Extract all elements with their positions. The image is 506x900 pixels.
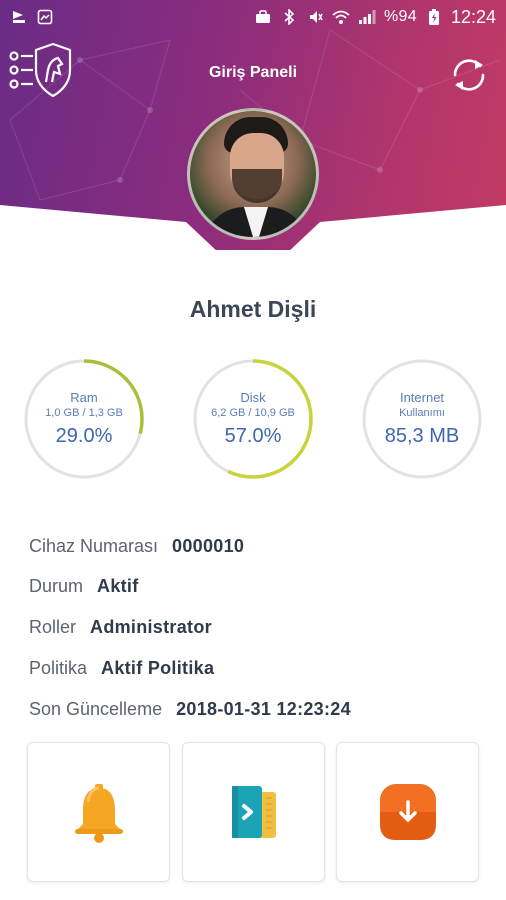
disk-gauge: Disk 6,2 GB / 10,9 GB 57.0% bbox=[191, 357, 315, 481]
wifi-icon bbox=[332, 8, 350, 26]
ram-gauge: Ram 1,0 GB / 1,3 GB 29.0% bbox=[22, 357, 146, 481]
roles-value: Administrator bbox=[90, 617, 212, 637]
last-update-label: Son Güncelleme bbox=[29, 699, 163, 719]
page-title: Giriş Paneli bbox=[208, 64, 298, 81]
gauge-sub: 1,0 GB / 1,3 GB bbox=[45, 406, 123, 419]
download-card[interactable] bbox=[336, 742, 479, 882]
policy-value: Aktif Politika bbox=[101, 658, 215, 678]
policy-row: Politika Aktif Politika bbox=[29, 658, 214, 679]
device-number-value: 0000010 bbox=[172, 536, 245, 556]
battery-percent: %94 bbox=[384, 8, 417, 25]
notifications-card[interactable] bbox=[27, 742, 170, 882]
user-name: Ahmet Dişli bbox=[189, 296, 317, 322]
internet-gauge: Internet Kullanımı 85,3 MB bbox=[360, 357, 484, 481]
gauge-value: 85,3 MB bbox=[384, 424, 460, 447]
app-notification-icon bbox=[10, 8, 28, 26]
device-number-row: Cihaz Numarası 0000010 bbox=[29, 536, 244, 557]
signal-icon bbox=[358, 8, 376, 26]
bluetooth-icon bbox=[280, 8, 298, 26]
gallery-notification-icon bbox=[36, 8, 54, 26]
refresh-button[interactable] bbox=[446, 52, 492, 98]
gauge-label: Disk bbox=[240, 389, 266, 405]
gauge-label: Ram bbox=[70, 389, 98, 405]
mute-icon bbox=[306, 8, 324, 26]
device-number-label: Cihaz Numarası bbox=[29, 536, 159, 556]
roles-row: Roller Administrator bbox=[29, 617, 212, 638]
last-update-value: 2018-01-31 12:23:24 bbox=[176, 699, 351, 719]
status-value: Aktif bbox=[97, 576, 139, 596]
gauge-value: 57.0% bbox=[224, 424, 282, 447]
last-update-row: Son Güncelleme 2018-01-31 12:23:24 bbox=[29, 699, 351, 720]
bell-icon bbox=[74, 784, 123, 843]
gauge-label: Internet bbox=[399, 389, 445, 405]
battery-charging-icon bbox=[425, 8, 443, 26]
clock: 12:24 bbox=[450, 6, 496, 27]
status-label: Durum bbox=[29, 576, 84, 596]
avatar bbox=[187, 108, 319, 240]
status-bar: %94 12:24 bbox=[0, 0, 506, 34]
refresh-icon bbox=[453, 59, 485, 91]
status-row: Durum Aktif bbox=[29, 576, 139, 597]
gauge-value: 29.0% bbox=[55, 424, 113, 447]
briefcase-icon bbox=[254, 8, 272, 26]
gauge-sub: Kullanımı bbox=[399, 406, 445, 419]
roles-label: Roller bbox=[29, 617, 77, 637]
document-arrow-icon bbox=[231, 786, 276, 838]
policy-label: Politika bbox=[29, 658, 88, 678]
gauge-sub: 6,2 GB / 10,9 GB bbox=[211, 406, 295, 419]
documents-card[interactable] bbox=[182, 742, 325, 882]
download-icon bbox=[379, 784, 436, 840]
